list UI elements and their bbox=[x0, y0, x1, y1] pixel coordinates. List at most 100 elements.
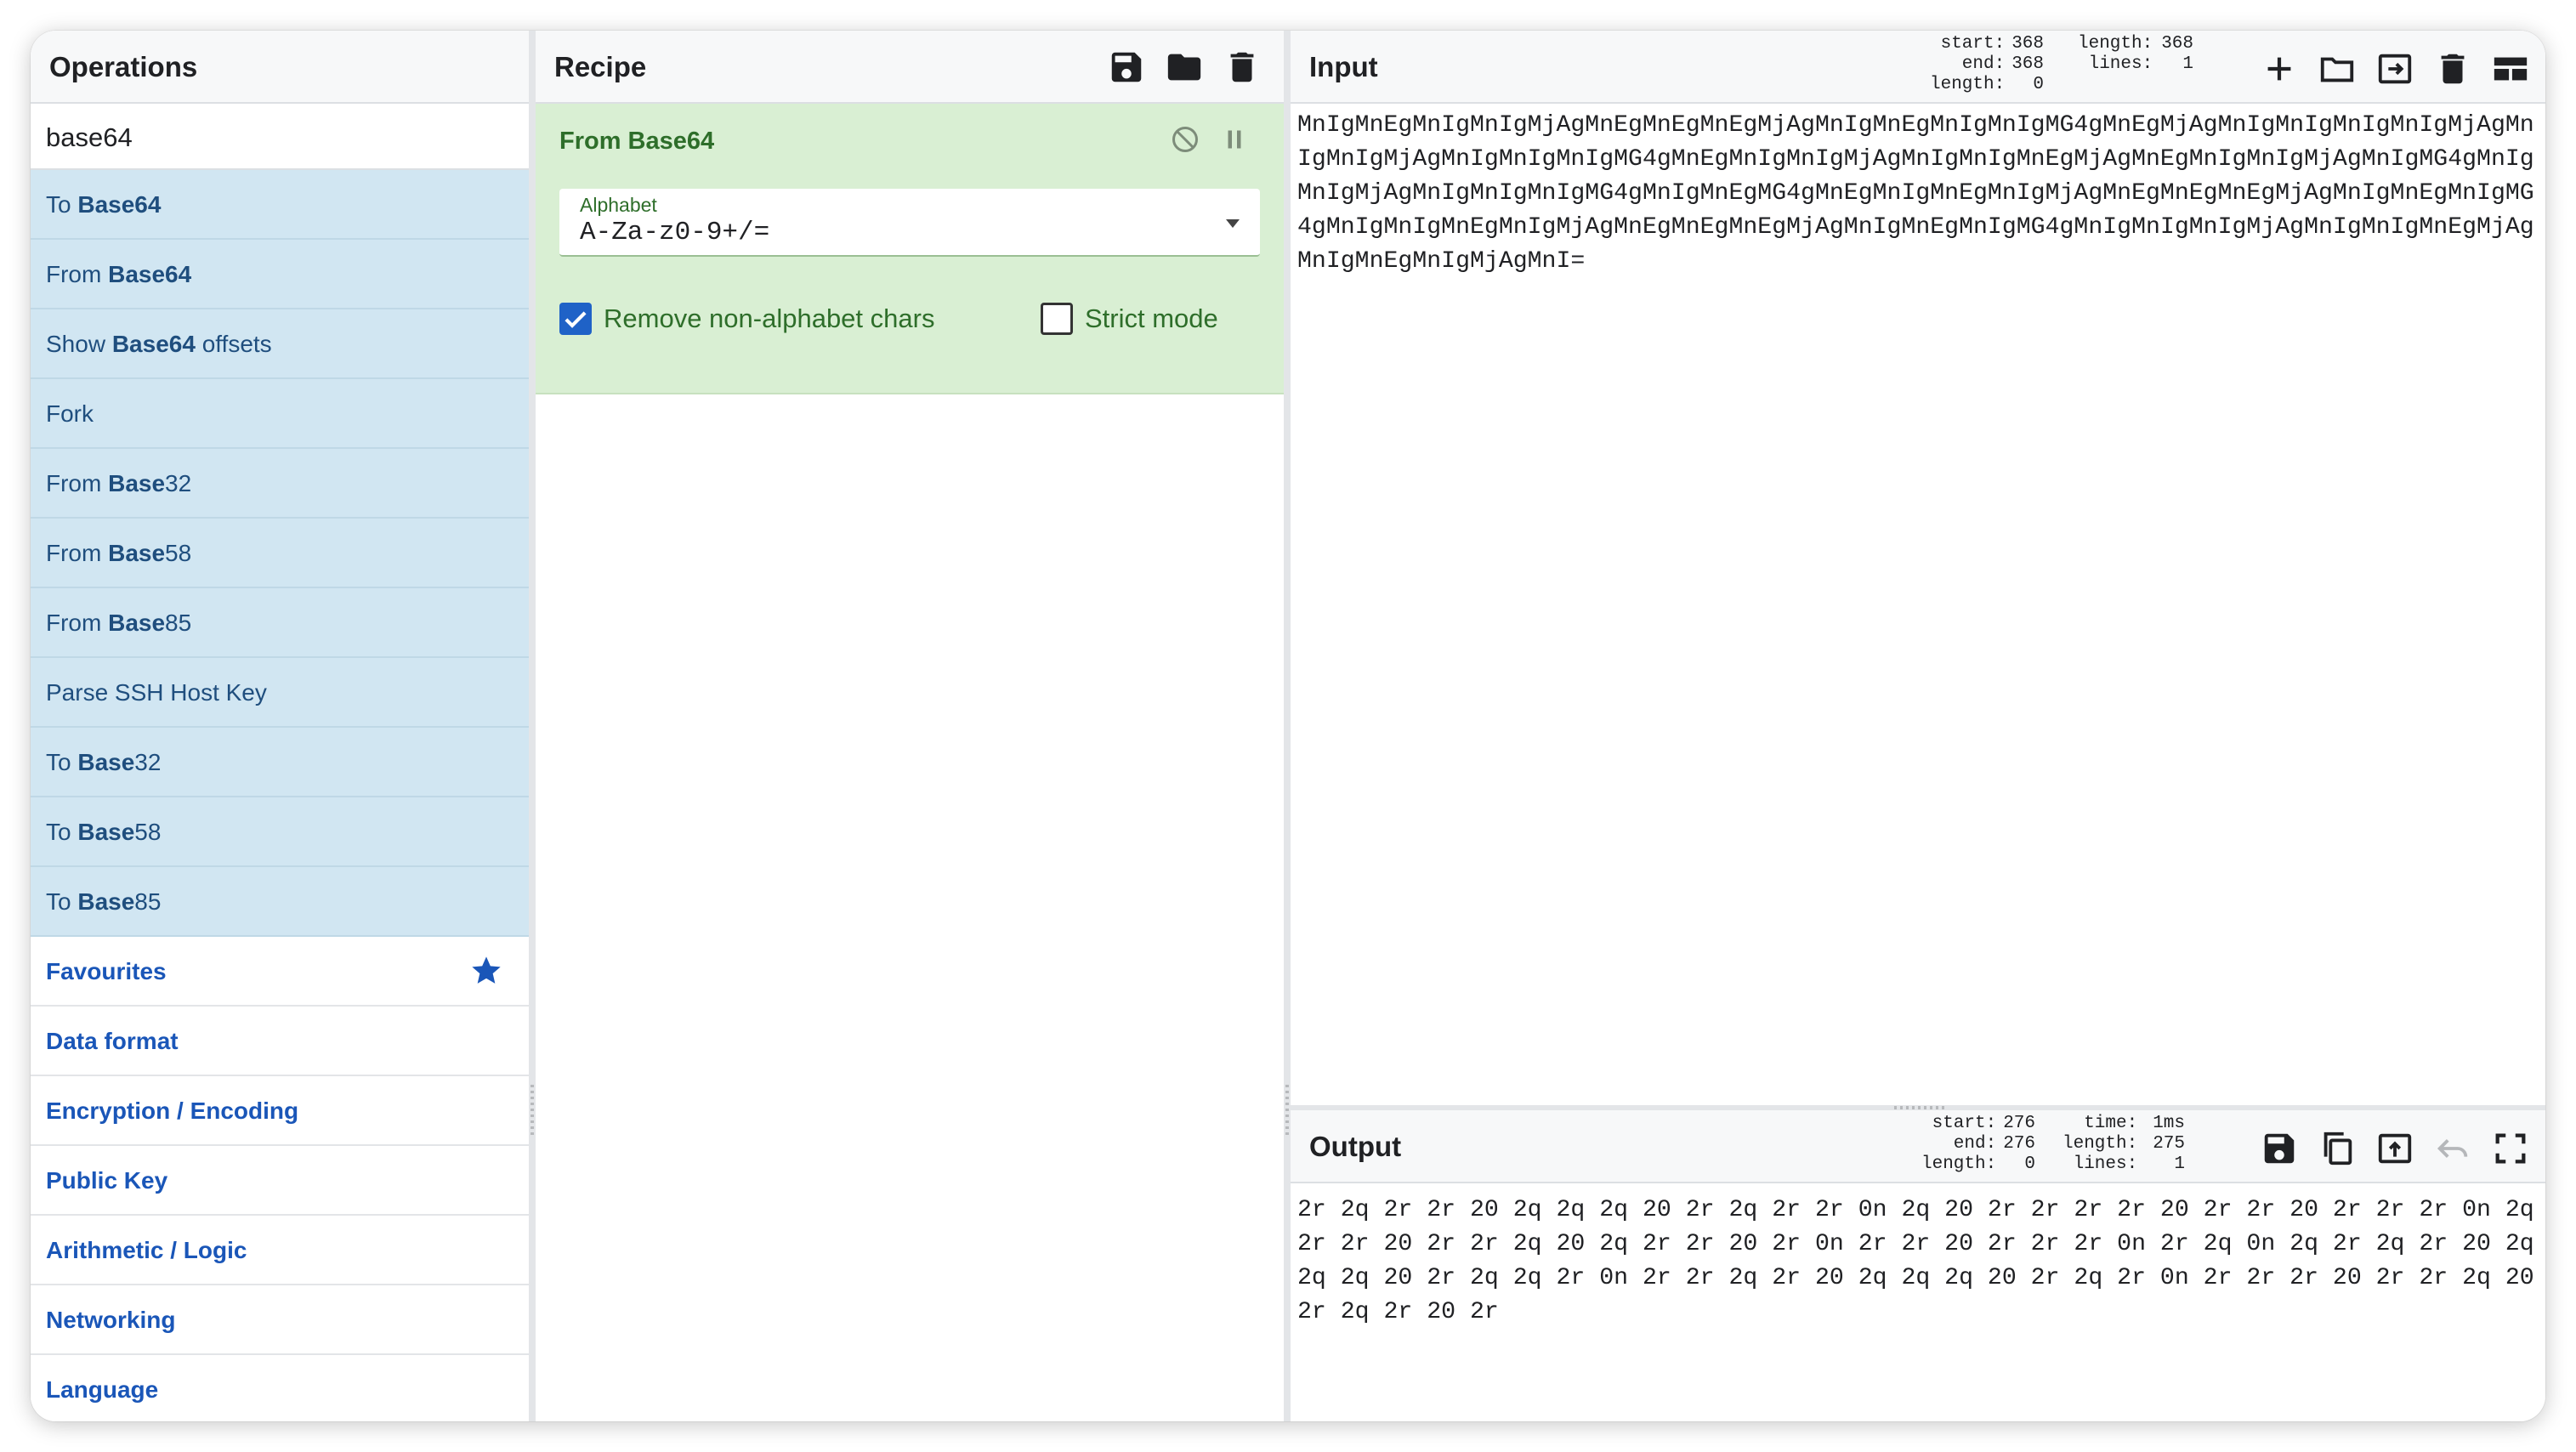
op-label-match: Base64 bbox=[108, 261, 192, 287]
op-label-match: Base64 bbox=[111, 331, 196, 357]
op-result-from-base58[interactable]: From Base58 bbox=[31, 519, 529, 588]
recipe-header: Recipe bbox=[536, 31, 1284, 104]
output-info-values: 1ms 275 1 bbox=[2153, 1114, 2185, 1174]
op-label-suffix: 58 bbox=[134, 819, 162, 845]
category-label: Public Key bbox=[46, 1167, 168, 1194]
op-label: Parse SSH Host Key bbox=[46, 679, 267, 706]
op-label: To bbox=[46, 888, 78, 915]
ops-recipe-resizer[interactable] bbox=[529, 31, 536, 1421]
op-label-suffix: 32 bbox=[165, 470, 192, 496]
undo-icon[interactable] bbox=[2433, 1129, 2472, 1168]
op-label: To bbox=[46, 819, 78, 845]
remove-non-alphabet-checkbox[interactable] bbox=[559, 303, 592, 335]
category-label: Favourites bbox=[46, 958, 167, 984]
operations-title: Operations bbox=[49, 51, 198, 82]
remove-non-alphabet-option[interactable]: Remove non-alphabet chars bbox=[559, 303, 934, 335]
fullscreen-icon[interactable] bbox=[2491, 1129, 2530, 1168]
op-label-match: Base bbox=[77, 888, 135, 915]
recipe-operation-from-base64[interactable]: From Base64 Alphabet A-Za-z0-9+/= Remove… bbox=[536, 104, 1284, 394]
disable-icon[interactable] bbox=[1170, 124, 1200, 155]
output-selection-values: 276 276 0 bbox=[2003, 1114, 2035, 1174]
input-length-labels: length: lines: bbox=[2078, 34, 2153, 74]
alphabet-select[interactable]: Alphabet A-Za-z0-9+/= bbox=[559, 189, 1260, 257]
op-label-match: Base bbox=[108, 610, 166, 636]
plus-icon[interactable] bbox=[2260, 49, 2299, 88]
strict-mode-checkbox[interactable] bbox=[1041, 303, 1073, 335]
recipe-title: Recipe bbox=[554, 51, 647, 82]
op-label: To bbox=[46, 191, 78, 218]
category-label: Encryption / Encoding bbox=[46, 1098, 299, 1124]
pause-icon[interactable] bbox=[1219, 124, 1250, 155]
category-public-key[interactable]: Public Key bbox=[31, 1146, 529, 1216]
trash-icon[interactable] bbox=[1223, 48, 1262, 87]
input-header: Input start: end: length: 368 368 0 leng… bbox=[1291, 31, 2545, 104]
open-folder-icon[interactable] bbox=[2318, 49, 2357, 88]
op-result-to-base85[interactable]: To Base85 bbox=[31, 867, 529, 937]
category-data-format[interactable]: Data format bbox=[31, 1007, 529, 1076]
output-title: Output bbox=[1309, 1131, 1402, 1162]
io-panel: Input start: end: length: 368 368 0 leng… bbox=[1291, 31, 2545, 1421]
input-pane: Input start: end: length: 368 368 0 leng… bbox=[1291, 31, 2545, 1105]
category-label: Language bbox=[46, 1376, 159, 1403]
op-label: From bbox=[46, 540, 109, 566]
layout-icon[interactable] bbox=[2491, 49, 2530, 88]
op-result-to-base58[interactable]: To Base58 bbox=[31, 797, 529, 867]
op-result-fork[interactable]: Fork bbox=[31, 379, 529, 449]
resize-grip bbox=[1285, 1085, 1289, 1136]
op-label: From bbox=[46, 261, 109, 287]
op-label-match: Base bbox=[108, 540, 166, 566]
input-length-values: 368 1 bbox=[2161, 34, 2193, 74]
operations-header: Operations bbox=[31, 31, 529, 104]
load-file-icon[interactable] bbox=[2375, 49, 2414, 88]
resize-grip bbox=[1894, 1106, 1945, 1109]
save-icon[interactable] bbox=[2260, 1129, 2299, 1168]
output-toolbar bbox=[2260, 1129, 2530, 1168]
op-result-to-base64[interactable]: To Base64 bbox=[31, 170, 529, 240]
op-label: To bbox=[46, 749, 78, 775]
operations-results-list: To Base64 From Base64 Show Base64 offset… bbox=[31, 170, 529, 937]
strict-mode-option[interactable]: Strict mode bbox=[1041, 303, 1218, 335]
category-label: Data format bbox=[46, 1028, 179, 1054]
op-result-from-base64[interactable]: From Base64 bbox=[31, 240, 529, 309]
op-result-to-base32[interactable]: To Base32 bbox=[31, 728, 529, 797]
recipe-io-resizer[interactable] bbox=[1284, 31, 1291, 1421]
category-networking[interactable]: Networking bbox=[31, 1285, 529, 1355]
op-label-suffix: 32 bbox=[134, 749, 162, 775]
input-textarea[interactable]: MnIgMnEgMnIgMnIgMjAgMnEgMnEgMnEgMjAgMnIg… bbox=[1297, 109, 2537, 279]
op-result-parse-ssh-host-key[interactable]: Parse SSH Host Key bbox=[31, 658, 529, 728]
replace-input-icon[interactable] bbox=[2375, 1129, 2414, 1168]
output-info-labels: time: length: lines: bbox=[2063, 1114, 2138, 1174]
operations-search-input[interactable] bbox=[44, 116, 507, 160]
output-text[interactable]: 2r 2q 2r 2r 20 2q 2q 2q 20 2r 2q 2r 2r 0… bbox=[1297, 1194, 2537, 1330]
trash-icon[interactable] bbox=[2433, 49, 2472, 88]
input-selection-labels: start: end: length: bbox=[1930, 34, 2006, 94]
output-header: Output start: end: length: 276 276 0 tim… bbox=[1291, 1110, 2545, 1183]
op-result-show-base64-offsets[interactable]: Show Base64 offsets bbox=[31, 309, 529, 379]
remove-non-alphabet-label: Remove non-alphabet chars bbox=[604, 303, 935, 333]
resize-grip bbox=[531, 1085, 534, 1136]
op-label: Show bbox=[46, 331, 112, 357]
recipe-toolbar bbox=[1107, 48, 1262, 87]
op-label-match: Base bbox=[108, 470, 166, 496]
category-encryption-encoding[interactable]: Encryption / Encoding bbox=[31, 1076, 529, 1146]
operations-search bbox=[31, 104, 529, 170]
operations-panel: Operations To Base64 From Base64 Show Ba… bbox=[31, 31, 529, 1421]
op-result-from-base85[interactable]: From Base85 bbox=[31, 588, 529, 658]
output-selection-labels: start: end: length: bbox=[1921, 1114, 1997, 1174]
category-label: Networking bbox=[46, 1307, 176, 1333]
cyberchef-window: Operations To Base64 From Base64 Show Ba… bbox=[31, 31, 2545, 1421]
category-language[interactable]: Language bbox=[31, 1355, 529, 1421]
op-result-from-base32[interactable]: From Base32 bbox=[31, 449, 529, 519]
op-label-match: Base bbox=[77, 819, 135, 845]
op-label-match: Base64 bbox=[77, 191, 162, 218]
op-label-suffix: 58 bbox=[165, 540, 192, 566]
category-arithmetic-logic[interactable]: Arithmetic / Logic bbox=[31, 1216, 529, 1285]
chevron-down-icon bbox=[1226, 219, 1240, 228]
category-favourites[interactable]: Favourites bbox=[31, 937, 529, 1007]
op-label: From bbox=[46, 610, 109, 636]
recipe-operation-name: From Base64 bbox=[559, 128, 715, 155]
copy-icon[interactable] bbox=[2318, 1129, 2357, 1168]
star-icon[interactable] bbox=[469, 954, 503, 988]
folder-icon[interactable] bbox=[1165, 48, 1204, 87]
save-icon[interactable] bbox=[1107, 48, 1146, 87]
